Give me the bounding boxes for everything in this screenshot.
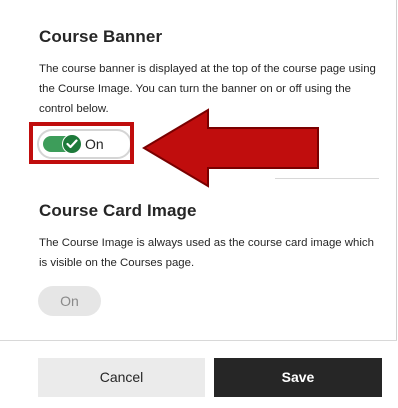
save-button[interactable]: Save (214, 358, 382, 397)
course-card-image-title: Course Card Image (39, 201, 197, 220)
cancel-button[interactable]: Cancel (38, 358, 205, 397)
left-arrow-icon (142, 108, 319, 188)
course-settings-panel: Course Banner The course banner is displ… (0, 0, 397, 408)
course-card-image-toggle[interactable]: On (38, 286, 101, 316)
annotation-highlight-box (29, 122, 134, 164)
course-card-image-description: The Course Image is always used as the c… (39, 237, 374, 269)
panel-footer: Cancel Save (0, 340, 397, 408)
course-banner-title: Course Banner (39, 27, 163, 46)
